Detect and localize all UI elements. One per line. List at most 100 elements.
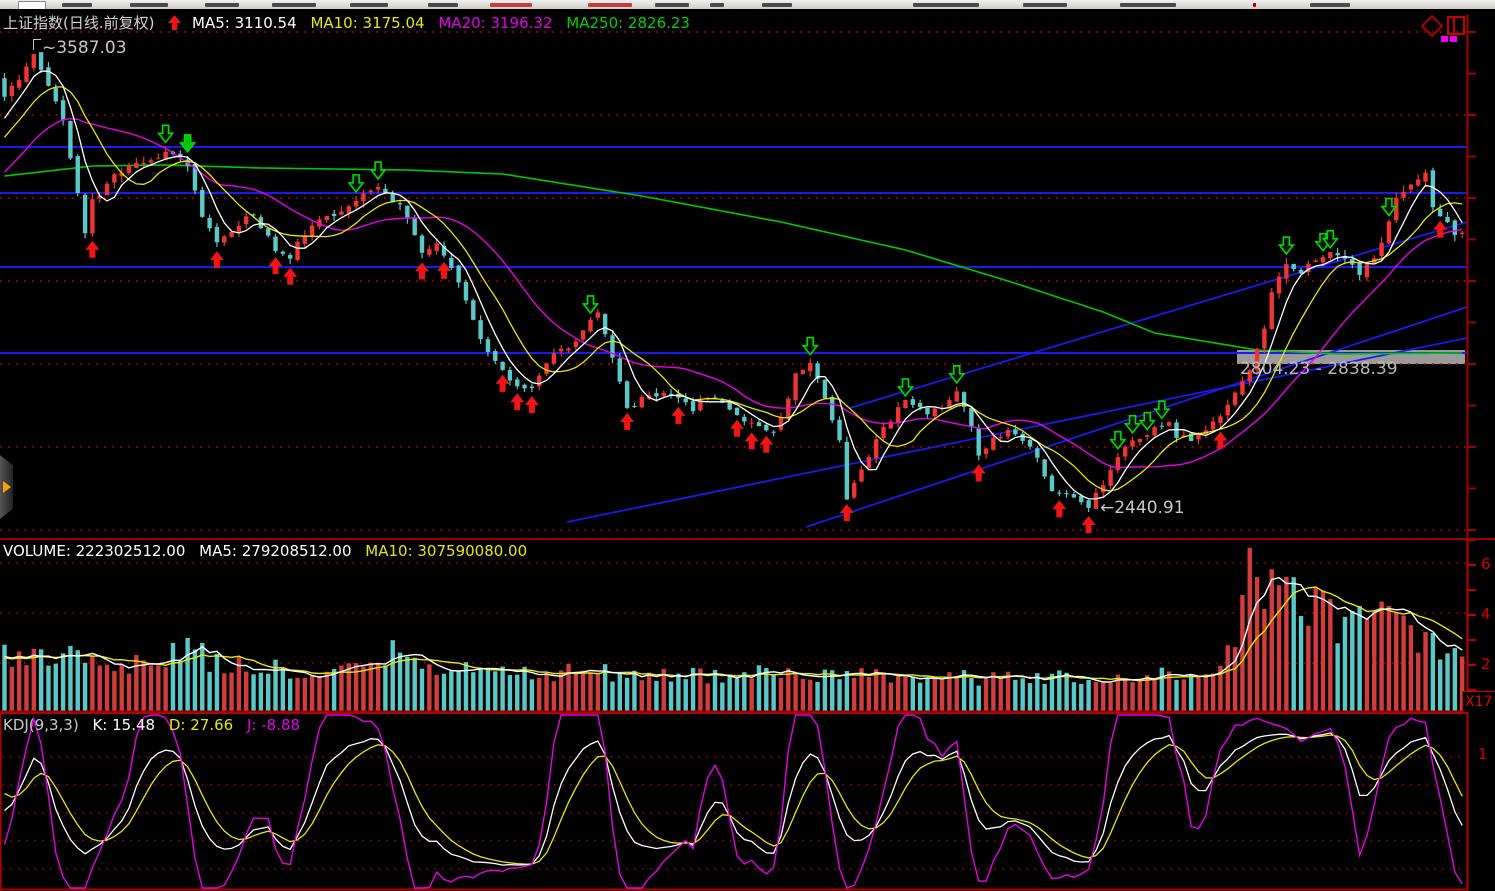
volume-bar [1431,633,1435,712]
menu-item-fragment[interactable] [588,3,632,7]
volume-bar [251,674,255,712]
volume-bar [1409,625,1413,712]
menu-item-fragment[interactable] [205,3,239,7]
main-chart-canvas[interactable] [0,9,1495,538]
candle-body [215,227,219,242]
candle-body [471,300,475,319]
candle-body [559,349,563,352]
volume-bar [940,679,944,712]
candle-body [640,397,644,407]
menu-item-fragment[interactable] [1253,3,1256,7]
candle-body [793,373,797,400]
menu-item-fragment[interactable] [1120,3,1176,7]
menu-item-fragment[interactable] [762,3,792,7]
candle-body [1438,209,1442,216]
candle-body [17,80,21,88]
volume-bar [361,667,365,712]
candle-body [588,320,592,332]
candle-body [625,381,629,408]
volume-bar [215,654,219,712]
menu-item-fragment[interactable] [130,3,168,7]
menu-item-fragment[interactable] [1023,3,1067,7]
volume-bar [684,679,688,712]
candle-body [1313,261,1317,262]
candles-group [2,52,1464,512]
volume-canvas[interactable] [0,540,1495,712]
candle-body [925,408,929,414]
volume-bar [588,673,592,712]
volume-bar [347,663,351,712]
candle-body [881,427,885,438]
sell-signal-arrow [1279,237,1293,254]
menu-item-fragment[interactable] [350,3,388,7]
volume-bar [911,677,915,712]
volume-bar [1394,612,1398,712]
candle-body [684,398,688,402]
volume-bar [1321,591,1325,712]
volume-bar [500,667,504,712]
x-scale-button[interactable]: X17 [1462,691,1495,712]
buy-signal-arrow [210,251,224,268]
kdj-canvas[interactable] [0,712,1495,891]
main-chart-header: 上证指数(日线.前复权) MA5: 3110.54 MA10: 3175.04 … [3,12,699,33]
candle-body [134,163,138,168]
volume-bar [625,678,629,712]
volume-bar [1013,680,1017,712]
buy-signal-arrow [496,375,510,392]
volume-bar [178,661,182,712]
sell-signal-arrow [584,296,598,313]
volume-bar [149,665,153,712]
buy-signal-arrow [283,268,297,285]
volume-bar [141,660,145,712]
volume-bar [1204,674,1208,712]
peak-price-annotation: ~3587.03 [42,38,127,58]
volume-bar [98,666,102,712]
menu-item-fragment[interactable] [428,3,458,7]
volume-bar [288,679,292,712]
candle-body [449,258,453,268]
menu-item-fragment[interactable] [490,3,532,7]
candle-body [273,237,277,252]
candle-body [76,156,80,193]
symbol-title: 上证指数(日线.前复权) [3,14,154,32]
candle-body [1160,426,1164,427]
volume-bar [1123,678,1127,712]
menu-item-fragment[interactable] [1310,3,1350,7]
buy-signal-arrow [671,407,685,424]
candle-body [896,407,900,423]
volume-bar [1086,680,1090,712]
menu-item-fragment[interactable] [913,3,979,7]
menu-item-fragment[interactable] [655,3,689,7]
candle-body [24,66,28,81]
volume-bar [1445,653,1449,712]
volume-bar [1343,617,1347,712]
volume-bar [310,676,314,712]
menu-item-fragment[interactable] [272,3,316,7]
volume-bar [112,671,116,712]
volume-bar [493,671,497,712]
candle-body [735,408,739,415]
candle-body [662,393,666,396]
candle-body [771,432,775,433]
candle-body [903,400,907,408]
ma10-value: MA10: 3175.04 [310,14,424,32]
candle-body [1335,253,1339,255]
volume-bar [969,678,973,712]
window-layout-icon[interactable] [1447,16,1465,35]
volume-bar [1042,684,1046,712]
volume-bar [1174,680,1178,712]
volume-bar [1035,673,1039,712]
candle-body [1445,217,1449,222]
buy-signal-arrow [759,436,773,453]
volume-bar [632,671,636,712]
buy-signal-arrow [840,504,854,521]
menu-item-fragment[interactable] [62,3,92,7]
ma5-value: MA5: 3110.54 [192,14,297,32]
sidebar-expand-tab[interactable] [0,455,13,519]
volume-bar [1335,643,1339,712]
buy-signal-arrow [269,257,283,274]
candle-body [1401,192,1405,198]
candle-body [779,418,783,430]
menu-item-fragment[interactable] [710,3,724,7]
volume-bar [977,686,981,712]
